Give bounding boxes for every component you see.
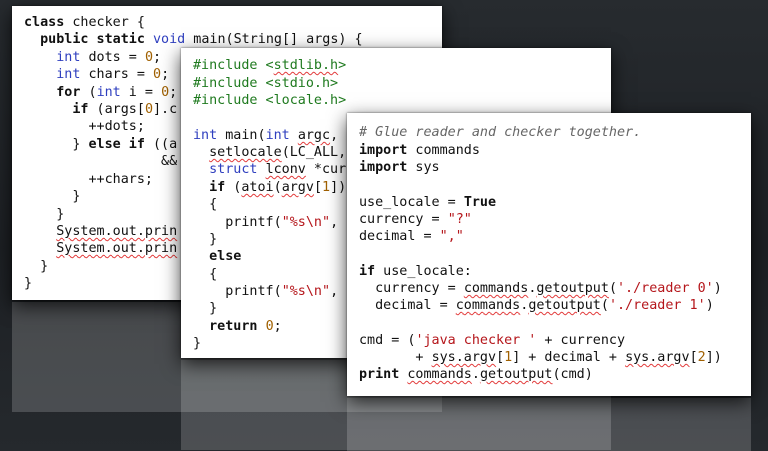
string: './reader 0' xyxy=(617,281,714,296)
type: int xyxy=(193,128,218,143)
spellcheck-underline: getoutput xyxy=(528,298,601,313)
type: void xyxy=(153,32,186,47)
string: './reader 1' xyxy=(608,298,706,313)
code-line: setlocale(LC_ALL, xyxy=(209,145,347,160)
spellcheck-underline: sys.argv xyxy=(431,350,497,365)
spellcheck-underline: System.out.prin xyxy=(56,224,178,239)
code-line: cmd = ('java checker ' + currency xyxy=(359,333,626,348)
code-line: if (args[0].c xyxy=(72,102,178,117)
code-line: { xyxy=(193,267,218,282)
type: int xyxy=(265,128,290,143)
code-line: } else if ((a xyxy=(24,137,178,152)
spellcheck-underline: stdlib.h xyxy=(273,58,339,73)
code-line: currency = "?" xyxy=(359,212,472,227)
code-line: currency = commands.getoutput('./reader … xyxy=(359,281,722,296)
string: "?" xyxy=(447,212,472,227)
code-line: int dots = 0; xyxy=(56,50,162,65)
keyword: class xyxy=(24,15,65,30)
type: struct xyxy=(209,162,258,177)
code-line: System.out.prin xyxy=(24,223,177,240)
code-line: { xyxy=(193,197,218,212)
code-line: if (atoi(argv[1]) xyxy=(209,180,347,195)
code-line: class checker { xyxy=(24,15,145,30)
keyword: True xyxy=(463,195,497,210)
spellcheck-underline: setlocale xyxy=(209,145,282,160)
string: "%s\n" xyxy=(281,284,331,299)
number: 0 xyxy=(265,319,274,334)
code-line: import commands xyxy=(359,143,480,158)
code-line: ++chars; xyxy=(24,172,153,187)
number: 2 xyxy=(697,350,706,365)
code-line: printf("%s\n", xyxy=(193,284,339,299)
spellcheck-underline: getoutput xyxy=(479,367,553,382)
python-code-window: # Glue reader and checker together. impo… xyxy=(347,113,751,396)
spellcheck-underline: atoi xyxy=(241,180,274,195)
spellcheck-underline: getoutput xyxy=(536,281,609,296)
python-reflection xyxy=(347,398,751,451)
code-line: #include <locale.h> xyxy=(193,93,347,108)
code-line: } xyxy=(24,189,81,204)
spellcheck-underline: commands xyxy=(407,367,472,382)
number: 1 xyxy=(504,350,513,365)
code-line: && xyxy=(24,154,178,169)
code-line: struct lconv *cur xyxy=(209,162,347,177)
code-line: } xyxy=(24,276,33,291)
code-line: int chars = 0; xyxy=(56,67,170,82)
type: int xyxy=(96,85,121,100)
keyword: import xyxy=(359,160,408,175)
code-comment: # Glue reader and checker together. xyxy=(359,125,642,140)
keyword: return xyxy=(209,319,258,334)
code-line: ++dots; xyxy=(24,119,145,134)
spellcheck-underline: argc xyxy=(297,128,331,143)
code-line: import sys xyxy=(359,160,440,175)
code-line: decimal = "," xyxy=(359,229,464,244)
number: 0 xyxy=(144,50,153,65)
code-line: System.out.prin xyxy=(24,240,177,257)
string: "%s\n" xyxy=(281,215,331,230)
spellcheck-underline: argv xyxy=(281,180,314,195)
spellcheck-underline: lconv xyxy=(265,162,306,177)
number: 0 xyxy=(161,85,170,100)
spellcheck-underline: System.out.prin xyxy=(56,241,178,256)
code-line: use_locale = True xyxy=(359,195,497,210)
code-line: printf("%s\n", xyxy=(193,215,339,230)
code-line: print commands.getoutput(cmd) xyxy=(359,367,593,382)
spellcheck-underline: commands xyxy=(455,298,521,313)
code-line: if use_locale: xyxy=(359,264,472,279)
keyword: else if xyxy=(88,137,145,152)
keyword: if xyxy=(72,102,89,117)
code-line: return 0; xyxy=(209,319,282,334)
code-line: } xyxy=(193,336,202,351)
code-line: public static void main(String[] args) { xyxy=(40,32,363,47)
number: 1 xyxy=(322,180,331,195)
keyword: if xyxy=(209,180,226,195)
code-line: } xyxy=(193,301,218,316)
number: 0 xyxy=(153,67,162,82)
keyword: print xyxy=(359,367,400,382)
keyword: if xyxy=(359,264,376,279)
type: int xyxy=(56,50,81,65)
number: 0 xyxy=(144,102,153,117)
code-line: else xyxy=(193,249,242,264)
code-line: for (int i = 0; xyxy=(56,85,178,100)
code-line: } xyxy=(24,259,49,274)
code-line: #include <stdio.h> xyxy=(193,76,339,91)
code-line: decimal = commands.getoutput('./reader 1… xyxy=(359,298,714,313)
code-line: #include <stdlib.h> xyxy=(193,58,347,73)
code-line: + sys.argv[1] + decimal + sys.argv[2]) xyxy=(359,350,722,365)
spellcheck-underline: sys.argv xyxy=(625,350,690,365)
code-line: int main(int argc, xyxy=(193,128,339,143)
keyword: public static xyxy=(40,32,145,47)
code-line: } xyxy=(193,232,218,247)
keyword: for xyxy=(56,85,81,100)
code-line: } xyxy=(24,207,65,222)
type: int xyxy=(56,67,81,82)
keyword: import xyxy=(359,143,408,158)
spellcheck-underline: commands xyxy=(463,281,529,296)
string: "," xyxy=(439,229,464,244)
string: 'java checker ' xyxy=(415,333,537,348)
